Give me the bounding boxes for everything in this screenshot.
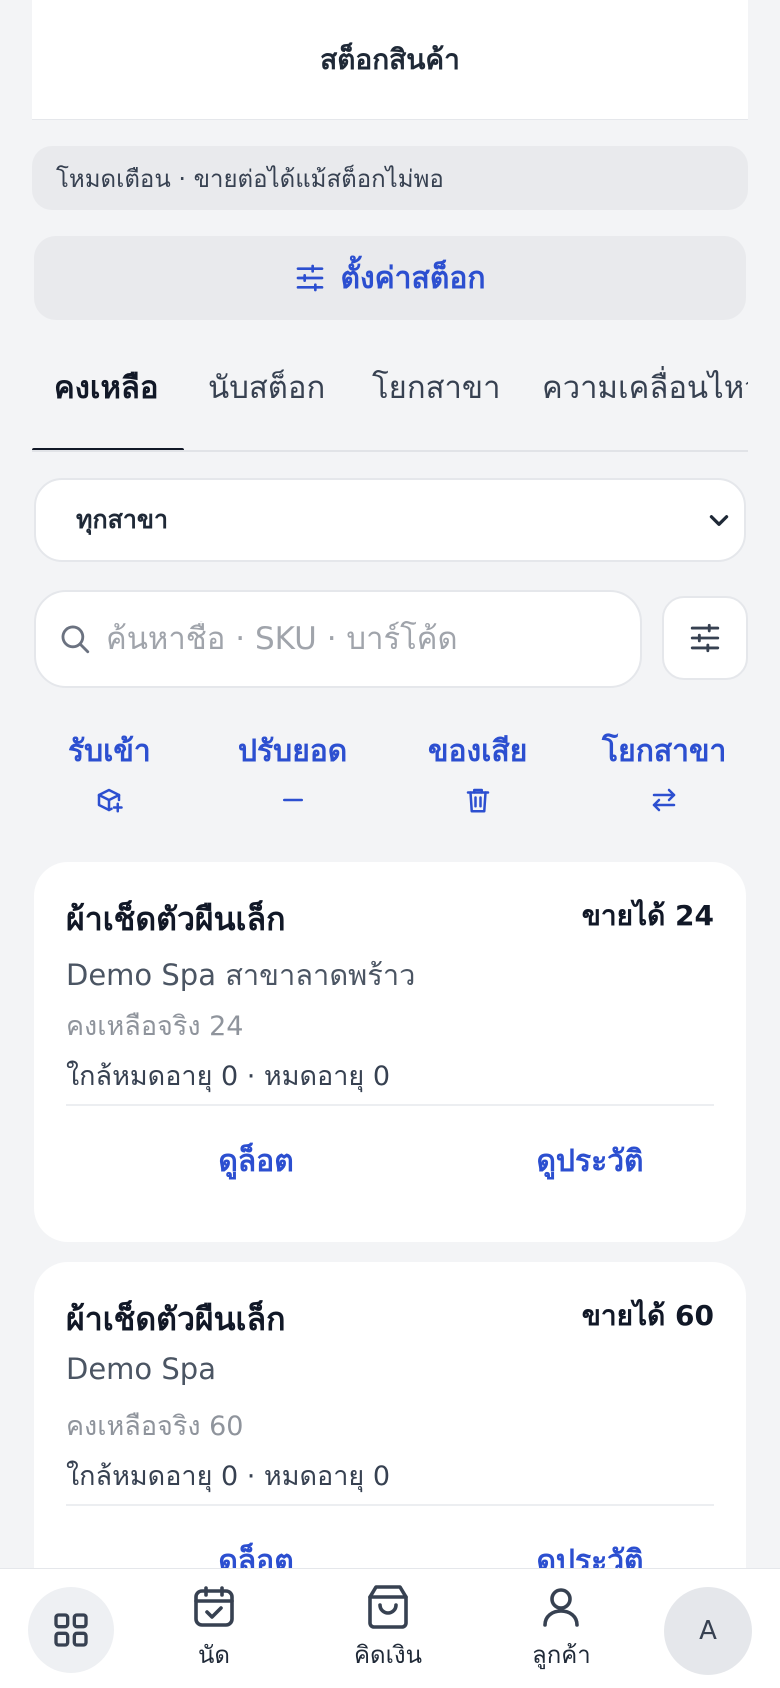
filter-button[interactable] — [662, 596, 748, 680]
card-divider — [66, 1104, 714, 1106]
nav-home-button[interactable] — [28, 1587, 114, 1673]
calendar-check-icon — [194, 1586, 234, 1627]
adjust-label: ปรับยอด — [238, 734, 348, 769]
search-box — [34, 590, 642, 688]
transfer-label: โยกสาขา — [602, 734, 727, 769]
item-remaining: คงเหลือจริง 60 — [66, 1411, 244, 1442]
shopping-bag-icon — [368, 1585, 408, 1629]
search-icon — [61, 625, 90, 654]
tab-remaining[interactable]: คงเหลือ — [54, 348, 159, 450]
view-history-button[interactable]: ดูประวัติ — [440, 1132, 740, 1192]
quick-actions: รับเข้า ปรับยอด ของเสีย โยกสาขา — [32, 728, 748, 828]
view-lots-button[interactable]: ดูล็อต — [106, 1132, 406, 1192]
minus-icon — [282, 798, 303, 802]
adjust-button[interactable]: ปรับยอด — [238, 728, 347, 815]
transfer-button[interactable]: โยกสาขา — [602, 728, 726, 815]
item-expiry: ใกล้หมดอายุ 0 · หมดอายุ 0 — [66, 1061, 390, 1092]
item-expiry: ใกล้หมดอายุ 0 · หมดอายุ 0 — [66, 1461, 390, 1492]
bottom-nav: นัด คิดเงิน ลูกค้า A — [0, 1568, 780, 1688]
page-header: สต็อกสินค้า — [32, 0, 748, 120]
active-tab-indicator — [32, 448, 184, 450]
grid-icon — [54, 1613, 88, 1647]
item-remaining: คงเหลือจริง 24 — [66, 1011, 244, 1042]
card-divider — [66, 1504, 714, 1506]
waste-label: ของเสีย — [428, 734, 528, 769]
box-plus-icon — [98, 788, 124, 813]
branch-select[interactable]: ทุกสาขา — [34, 478, 746, 562]
page-title: สต็อกสินค้า — [320, 42, 460, 76]
tab-branch-transfer[interactable]: โยกสาขา — [372, 348, 501, 450]
filter-sliders-icon — [690, 623, 720, 653]
nav-checkout-label: คิดเงิน — [354, 1641, 422, 1669]
mode-banner-text: โหมดเตือน · ขายต่อได้แม้สต็อกไม่พอ — [56, 164, 444, 193]
mode-banner: โหมดเตือน · ขายต่อได้แม้สต็อกไม่พอ — [32, 146, 748, 210]
trash-icon — [466, 788, 489, 813]
branch-select-value: ทุกสาขา — [76, 505, 169, 534]
receive-label: รับเข้า — [68, 734, 151, 769]
item-available: ขายได้ 60 — [581, 1299, 714, 1332]
item-branch: Demo Spa — [66, 1352, 216, 1386]
search-input[interactable] — [106, 621, 626, 657]
item-name: ผ้าเช็ดตัวผืนเล็ก — [66, 1300, 286, 1338]
stock-page: สต็อกสินค้า โหมดเตือน · ขายต่อได้แม้สต็อ… — [0, 0, 780, 1688]
nav-appointments-label: นัด — [198, 1641, 230, 1669]
stock-item-card: ผ้าเช็ดตัวผืนเล็ก ขายได้ 24 Demo Spa สาข… — [34, 862, 746, 1242]
avatar-initial: A — [699, 1616, 717, 1646]
transfer-arrows-icon — [652, 788, 676, 812]
tab-movements[interactable]: ความเคลื่อนไหว — [542, 348, 748, 450]
tab-stock-count[interactable]: นับสต็อก — [208, 348, 325, 450]
item-branch: Demo Spa สาขาลาดพร้าว — [66, 958, 416, 992]
user-icon — [543, 1588, 580, 1627]
stock-settings-button[interactable]: ตั้งค่าสต็อก — [34, 236, 746, 320]
waste-button[interactable]: ของเสีย — [428, 728, 527, 815]
nav-appointments[interactable]: นัด — [190, 1583, 238, 1674]
nav-checkout[interactable]: คิดเงิน — [354, 1583, 422, 1674]
nav-customers-label: ลูกค้า — [532, 1641, 591, 1669]
avatar[interactable]: A — [664, 1587, 752, 1675]
nav-customers[interactable]: ลูกค้า — [532, 1583, 591, 1674]
receive-button[interactable]: รับเข้า — [68, 728, 151, 815]
stock-tabs: คงเหลือ นับสต็อก โยกสาขา ความเคลื่อนไหว — [32, 348, 748, 452]
stock-settings-label: ตั้งค่าสต็อก — [340, 260, 486, 296]
chevron-down-icon — [709, 515, 729, 526]
item-name: ผ้าเช็ดตัวผืนเล็ก — [66, 900, 286, 938]
sliders-icon — [297, 264, 324, 292]
item-available: ขายได้ 24 — [581, 899, 714, 932]
